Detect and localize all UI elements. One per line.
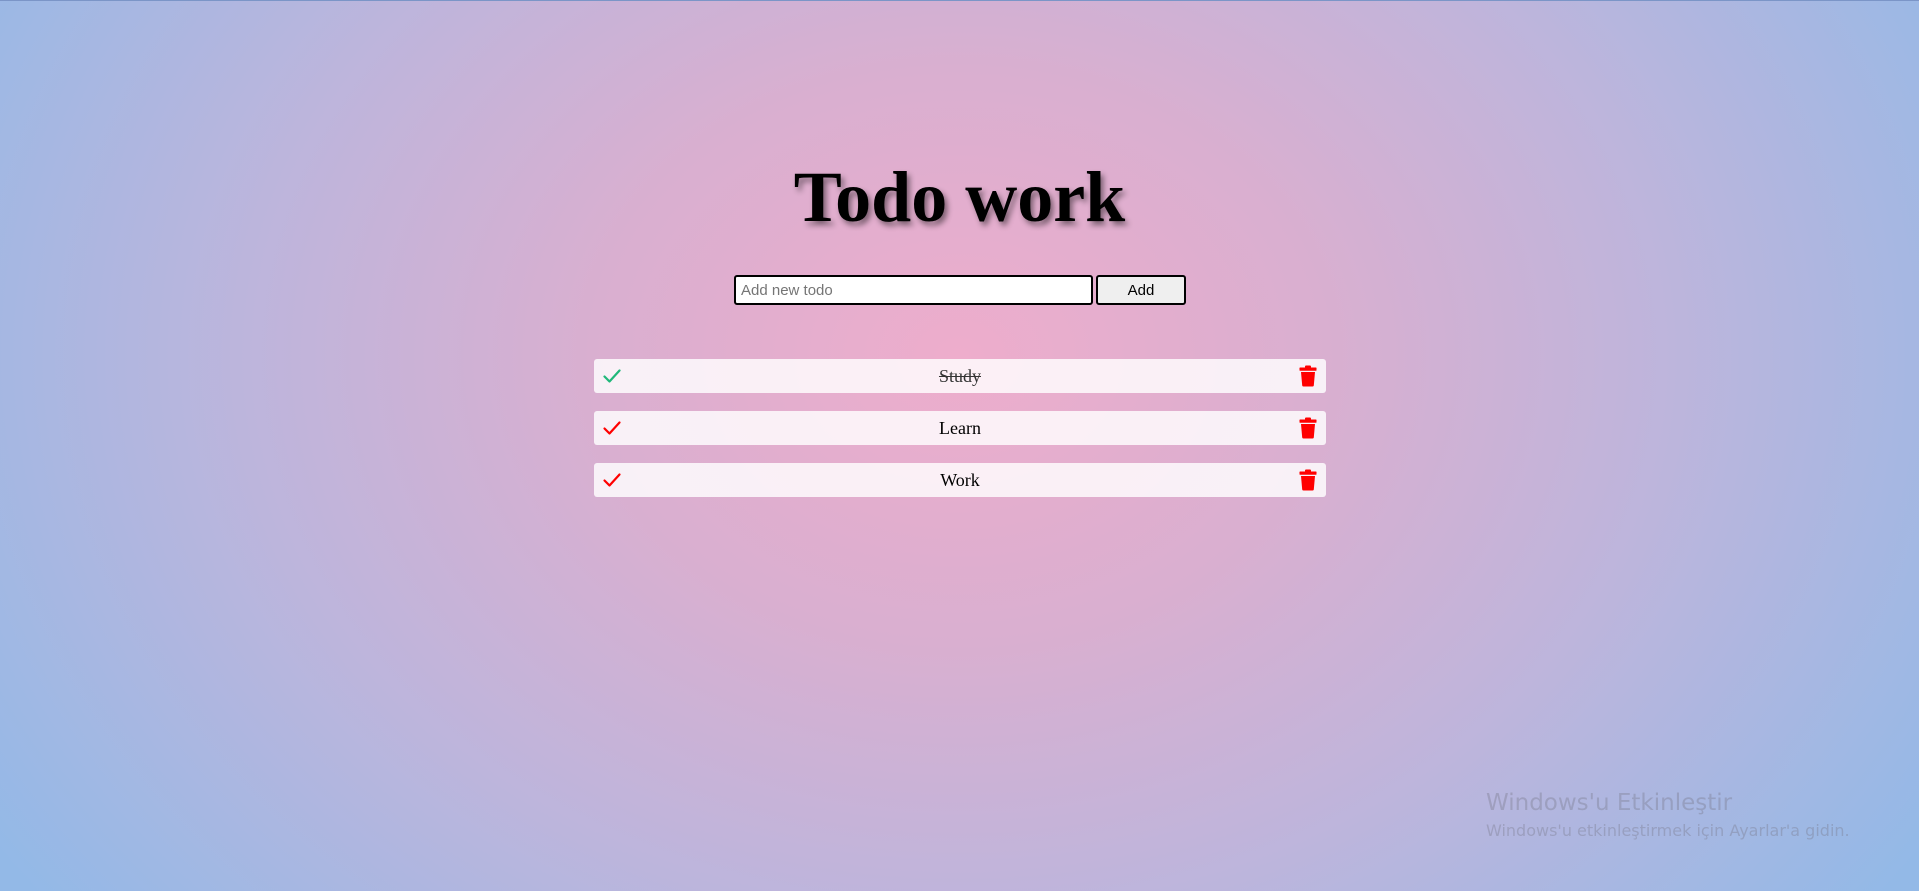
add-todo-form: Add <box>734 275 1186 305</box>
todo-item: Learn <box>594 411 1326 445</box>
new-todo-input[interactable] <box>734 275 1093 305</box>
check-icon[interactable] <box>602 470 622 490</box>
check-icon[interactable] <box>602 366 622 386</box>
todo-text: Work <box>940 469 980 490</box>
trash-icon[interactable] <box>1299 417 1317 439</box>
trash-icon[interactable] <box>1299 365 1317 387</box>
todo-item: Work <box>594 463 1326 497</box>
watermark-title: Windows'u Etkinleştir <box>1486 790 1733 816</box>
windows-activation-watermark: Windows'u Etkinleştir Windows'u etkinleş… <box>1486 787 1850 843</box>
todo-text: Study <box>938 365 981 386</box>
trash-icon[interactable] <box>1299 469 1317 491</box>
add-button[interactable]: Add <box>1096 275 1186 305</box>
todo-text: Learn <box>939 417 981 438</box>
todo-list: Study Learn Work <box>594 359 1326 515</box>
page-title: Todo work <box>793 157 1126 237</box>
check-icon[interactable] <box>602 418 622 438</box>
watermark-subtitle: Windows'u etkinleştirmek için Ayarlar'a … <box>1486 821 1850 840</box>
todo-item: Study <box>594 359 1326 393</box>
